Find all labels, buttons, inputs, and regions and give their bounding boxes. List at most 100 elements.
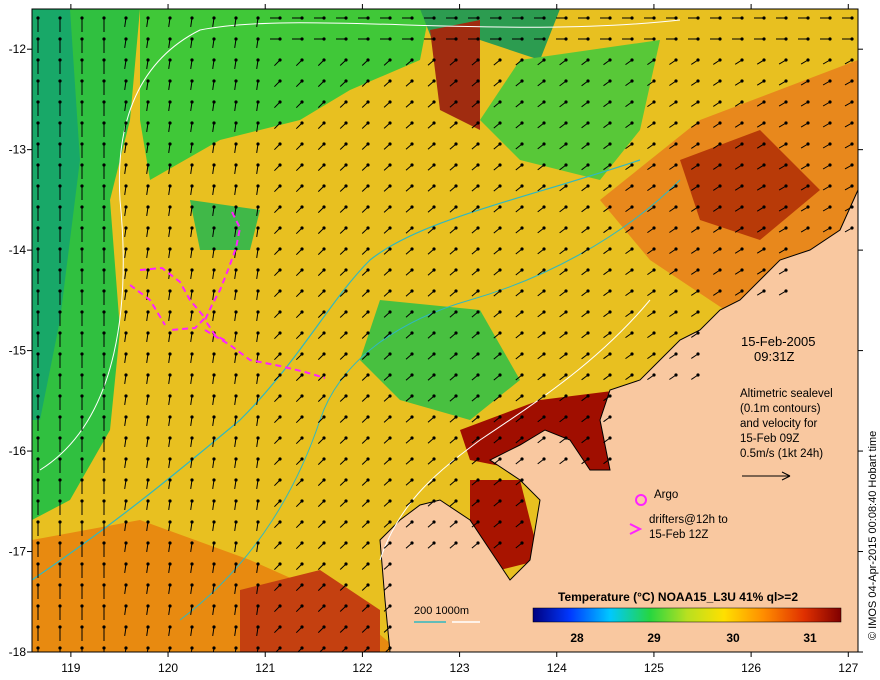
velocity-arrow-origin bbox=[630, 352, 634, 356]
velocity-arrow-origin bbox=[410, 247, 414, 251]
velocity-arrow-origin bbox=[410, 457, 414, 461]
velocity-arrow-origin bbox=[828, 79, 832, 83]
velocity-arrow-origin bbox=[80, 457, 84, 461]
velocity-arrow-origin bbox=[80, 289, 84, 293]
velocity-arrow-origin bbox=[256, 478, 260, 482]
velocity-arrow-origin bbox=[300, 478, 304, 482]
drifters-line-1: drifters@12h to bbox=[649, 514, 728, 526]
velocity-arrow-origin bbox=[630, 289, 634, 293]
velocity-arrow-origin bbox=[102, 520, 106, 524]
velocity-arrow-origin bbox=[124, 562, 128, 566]
velocity-arrow-origin bbox=[564, 184, 568, 188]
velocity-arrow-origin bbox=[828, 58, 832, 62]
velocity-arrow-origin bbox=[124, 268, 128, 272]
velocity-arrow-origin bbox=[740, 268, 744, 272]
velocity-arrow-origin bbox=[124, 478, 128, 482]
velocity-arrow-origin bbox=[58, 394, 62, 398]
velocity-arrow-origin bbox=[366, 457, 370, 461]
velocity-arrow-origin bbox=[322, 163, 326, 167]
velocity-arrow-origin bbox=[454, 331, 458, 335]
velocity-arrow-origin bbox=[608, 58, 612, 62]
velocity-arrow-origin bbox=[146, 625, 150, 629]
velocity-arrow-origin bbox=[454, 58, 458, 62]
velocity-arrow-origin bbox=[36, 478, 40, 482]
velocity-arrow-origin bbox=[410, 310, 414, 314]
velocity-arrow-origin bbox=[586, 310, 590, 314]
velocity-arrow-origin bbox=[344, 394, 348, 398]
velocity-arrow-origin bbox=[608, 205, 612, 209]
velocity-arrow-origin bbox=[564, 457, 568, 461]
velocity-arrow-origin bbox=[124, 289, 128, 293]
velocity-arrow-origin bbox=[652, 289, 656, 293]
velocity-arrow-origin bbox=[718, 163, 722, 167]
velocity-arrow-origin bbox=[410, 541, 414, 545]
velocity-arrow-origin bbox=[322, 541, 326, 545]
velocity-arrow-origin bbox=[454, 163, 458, 167]
velocity-arrow-origin bbox=[278, 16, 282, 20]
velocity-arrow-origin bbox=[322, 58, 326, 62]
velocity-arrow-origin bbox=[454, 373, 458, 377]
velocity-arrow-origin bbox=[388, 646, 392, 650]
velocity-arrow-origin bbox=[344, 457, 348, 461]
velocity-arrow-origin bbox=[454, 289, 458, 293]
velocity-arrow-origin bbox=[564, 436, 568, 440]
velocity-arrow-origin bbox=[432, 310, 436, 314]
velocity-arrow-origin bbox=[344, 604, 348, 608]
velocity-arrow-origin bbox=[146, 16, 150, 20]
velocity-arrow-origin bbox=[58, 184, 62, 188]
velocity-arrow-origin bbox=[300, 625, 304, 629]
velocity-arrow-origin bbox=[542, 121, 546, 125]
velocity-arrow-origin bbox=[36, 163, 40, 167]
velocity-arrow-origin bbox=[586, 352, 590, 356]
velocity-arrow-origin bbox=[36, 436, 40, 440]
velocity-arrow-origin bbox=[124, 352, 128, 356]
velocity-arrow-origin bbox=[410, 184, 414, 188]
velocity-arrow-origin bbox=[212, 415, 216, 419]
velocity-arrow-origin bbox=[564, 247, 568, 251]
velocity-arrow-origin bbox=[190, 100, 194, 104]
velocity-arrow-origin bbox=[256, 142, 260, 146]
velocity-arrow-origin bbox=[564, 373, 568, 377]
velocity-arrow-origin bbox=[168, 499, 172, 503]
velocity-arrow-origin bbox=[80, 478, 84, 482]
velocity-arrow-origin bbox=[234, 373, 238, 377]
velocity-arrow-origin bbox=[674, 79, 678, 83]
velocity-arrow-origin bbox=[762, 58, 766, 62]
velocity-arrow-origin bbox=[806, 205, 810, 209]
velocity-arrow-origin bbox=[80, 625, 84, 629]
velocity-arrow-origin bbox=[762, 289, 766, 293]
velocity-arrow-origin bbox=[256, 58, 260, 62]
velocity-arrow-origin bbox=[124, 79, 128, 83]
velocity-arrow-origin bbox=[520, 142, 524, 146]
velocity-arrow-origin bbox=[278, 604, 282, 608]
velocity-arrow-origin bbox=[366, 625, 370, 629]
velocity-arrow-origin bbox=[586, 37, 590, 41]
velocity-arrow-origin bbox=[388, 583, 392, 587]
velocity-arrow-origin bbox=[300, 163, 304, 167]
velocity-arrow-origin bbox=[300, 415, 304, 419]
velocity-arrow-origin bbox=[542, 37, 546, 41]
velocity-arrow-origin bbox=[102, 247, 106, 251]
velocity-arrow-origin bbox=[80, 205, 84, 209]
velocity-arrow-origin bbox=[190, 205, 194, 209]
velocity-arrow-origin bbox=[498, 268, 502, 272]
velocity-arrow-origin bbox=[410, 58, 414, 62]
velocity-arrow-origin bbox=[124, 520, 128, 524]
velocity-arrow-origin bbox=[432, 163, 436, 167]
velocity-arrow-origin bbox=[454, 520, 458, 524]
velocity-arrow-origin bbox=[190, 79, 194, 83]
velocity-arrow-origin bbox=[322, 562, 326, 566]
velocity-arrow-origin bbox=[696, 373, 700, 377]
velocity-arrow-origin bbox=[454, 16, 458, 20]
velocity-arrow-origin bbox=[586, 100, 590, 104]
velocity-arrow-origin bbox=[80, 436, 84, 440]
velocity-arrow-origin bbox=[36, 226, 40, 230]
velocity-arrow-origin bbox=[168, 205, 172, 209]
velocity-arrow-origin bbox=[234, 205, 238, 209]
velocity-arrow-origin bbox=[674, 268, 678, 272]
velocity-arrow-origin bbox=[256, 289, 260, 293]
velocity-arrow-origin bbox=[674, 205, 678, 209]
velocity-arrow-origin bbox=[80, 604, 84, 608]
velocity-arrow-origin bbox=[146, 163, 150, 167]
velocity-arrow-origin bbox=[718, 184, 722, 188]
